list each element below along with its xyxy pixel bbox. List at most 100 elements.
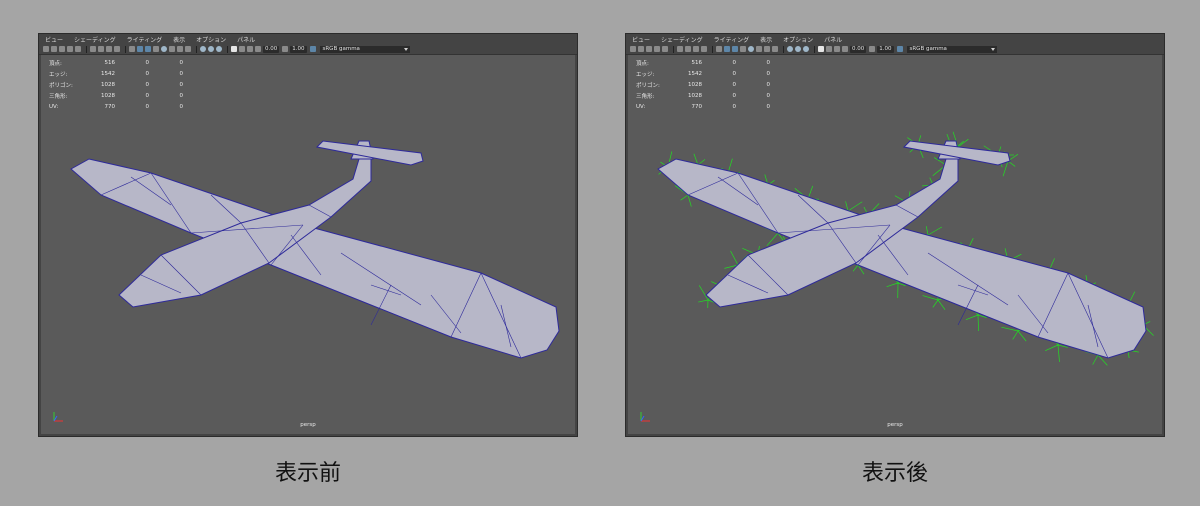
toolbar-separator	[712, 45, 713, 53]
normal-line	[937, 299, 946, 310]
normal-line	[847, 201, 863, 212]
ambient-occlusion-icon[interactable]	[764, 46, 770, 52]
camera-label: persp	[887, 422, 903, 428]
xray-joints-icon[interactable]	[826, 46, 832, 52]
backface-culling-icon[interactable]	[834, 46, 840, 52]
grid-icon[interactable]	[90, 46, 96, 52]
motion-blur-icon[interactable]	[185, 46, 191, 52]
bookmark-icon[interactable]	[59, 46, 65, 52]
menu-panels[interactable]: パネル	[237, 35, 255, 44]
menu-lighting[interactable]: ライティング	[714, 35, 750, 44]
gamma-icon[interactable]	[282, 46, 289, 52]
gamma-field[interactable]: 1.00	[877, 45, 894, 53]
menu-shading[interactable]: シェーディング	[74, 35, 116, 44]
camera-attributes-icon[interactable]	[638, 46, 644, 52]
wireframe-icon[interactable]	[716, 46, 722, 52]
normal-line	[698, 285, 709, 301]
airplane-mesh	[70, 140, 560, 359]
toolbar-separator	[814, 45, 815, 53]
exposure-field[interactable]: 0.00	[850, 45, 867, 53]
film-gate-icon[interactable]	[685, 46, 691, 52]
menu-view[interactable]: ビュー	[632, 35, 650, 44]
menu-options[interactable]: オプション	[196, 35, 226, 44]
motion-blur-icon[interactable]	[772, 46, 778, 52]
gate-mask-icon[interactable]	[701, 46, 707, 52]
camera-attributes-icon[interactable]	[51, 46, 57, 52]
exposure-field[interactable]: 0.00	[263, 45, 280, 53]
gamma-field[interactable]: 1.00	[290, 45, 307, 53]
smooth-shade-icon[interactable]	[724, 46, 730, 52]
film-gate-icon[interactable]	[98, 46, 104, 52]
panel-toolbar: 0.00 1.00 sRGB gamma	[39, 44, 577, 55]
3d-viewport[interactable]: 頂点: 516 0 0 エッジ: 1542 0 0 ポリゴン: 1028 0 0…	[41, 55, 575, 434]
viewport-panel-after: ビュー シェーディング ライティング 表示 オプション パネル 0.00 1.0…	[625, 33, 1165, 437]
isolate-select-icon[interactable]	[803, 46, 809, 52]
backface-culling-icon[interactable]	[247, 46, 253, 52]
antialiasing-icon[interactable]	[787, 46, 793, 52]
grid-view-icon[interactable]	[75, 46, 81, 52]
antialiasing-icon[interactable]	[200, 46, 206, 52]
panel-toolbar: 0.00 1.00 sRGB gamma	[626, 44, 1164, 55]
view-transform-dropdown[interactable]: sRGB gamma	[906, 45, 997, 53]
shadows-icon[interactable]	[169, 46, 175, 52]
color-management-icon[interactable]	[896, 46, 903, 52]
ambient-occlusion-icon[interactable]	[177, 46, 183, 52]
wireframe-icon[interactable]	[129, 46, 135, 52]
toolbar-separator	[125, 45, 126, 53]
normal-line	[680, 194, 689, 201]
grid-icon[interactable]	[677, 46, 683, 52]
depth-of-field-icon[interactable]	[795, 46, 801, 52]
textured-icon[interactable]	[153, 46, 159, 52]
menu-bar: ビュー シェーディング ライティング 表示 オプション パネル	[39, 34, 577, 44]
menu-show[interactable]: 表示	[760, 35, 772, 44]
toolbar-separator	[227, 45, 228, 53]
normal-line	[1057, 344, 1060, 362]
3d-viewport[interactable]: 頂点: 516 0 0 エッジ: 1542 0 0 ポリゴン: 1028 0 0…	[628, 55, 1162, 434]
resolution-gate-icon[interactable]	[693, 46, 699, 52]
exposure-icon[interactable]	[255, 46, 261, 52]
wireframe-on-shaded-icon[interactable]	[145, 46, 151, 52]
menu-show[interactable]: 表示	[173, 35, 185, 44]
gamma-icon[interactable]	[869, 46, 876, 52]
menu-shading[interactable]: シェーディング	[661, 35, 703, 44]
menu-view[interactable]: ビュー	[45, 35, 63, 44]
airplane-body	[657, 140, 1147, 359]
menu-panels[interactable]: パネル	[824, 35, 842, 44]
xray-joints-icon[interactable]	[239, 46, 245, 52]
normal-line	[1017, 330, 1027, 342]
grid-view-icon[interactable]	[662, 46, 668, 52]
textured-icon[interactable]	[740, 46, 746, 52]
smooth-shade-icon[interactable]	[137, 46, 143, 52]
chevron-down-icon	[403, 47, 408, 51]
normal-line	[1045, 344, 1059, 352]
normal-line	[852, 264, 859, 272]
wireframe-on-shaded-icon[interactable]	[732, 46, 738, 52]
color-management-icon[interactable]	[309, 46, 316, 52]
depth-of-field-icon[interactable]	[208, 46, 214, 52]
shadows-icon[interactable]	[756, 46, 762, 52]
view-transform-value: sRGB gamma	[909, 45, 947, 52]
gate-mask-icon[interactable]	[114, 46, 120, 52]
toolbar-separator	[86, 45, 87, 53]
lights-icon[interactable]	[748, 46, 754, 52]
image-plane-icon[interactable]	[67, 46, 73, 52]
bookmark-icon[interactable]	[646, 46, 652, 52]
exposure-icon[interactable]	[842, 46, 848, 52]
menu-lighting[interactable]: ライティング	[127, 35, 163, 44]
camera-icon[interactable]	[630, 46, 636, 52]
isolate-select-icon[interactable]	[216, 46, 222, 52]
lights-icon[interactable]	[161, 46, 167, 52]
image-plane-icon[interactable]	[654, 46, 660, 52]
mesh-face	[70, 158, 560, 359]
normal-line	[1092, 354, 1099, 365]
normal-line	[698, 299, 709, 303]
normal-line	[957, 138, 969, 148]
xray-icon[interactable]	[231, 46, 237, 52]
xray-icon[interactable]	[818, 46, 824, 52]
view-transform-dropdown[interactable]: sRGB gamma	[319, 45, 410, 53]
menu-options[interactable]: オプション	[783, 35, 813, 44]
camera-icon[interactable]	[43, 46, 49, 52]
resolution-gate-icon[interactable]	[106, 46, 112, 52]
mesh-face	[657, 158, 1147, 359]
toolbar-separator	[783, 45, 784, 53]
